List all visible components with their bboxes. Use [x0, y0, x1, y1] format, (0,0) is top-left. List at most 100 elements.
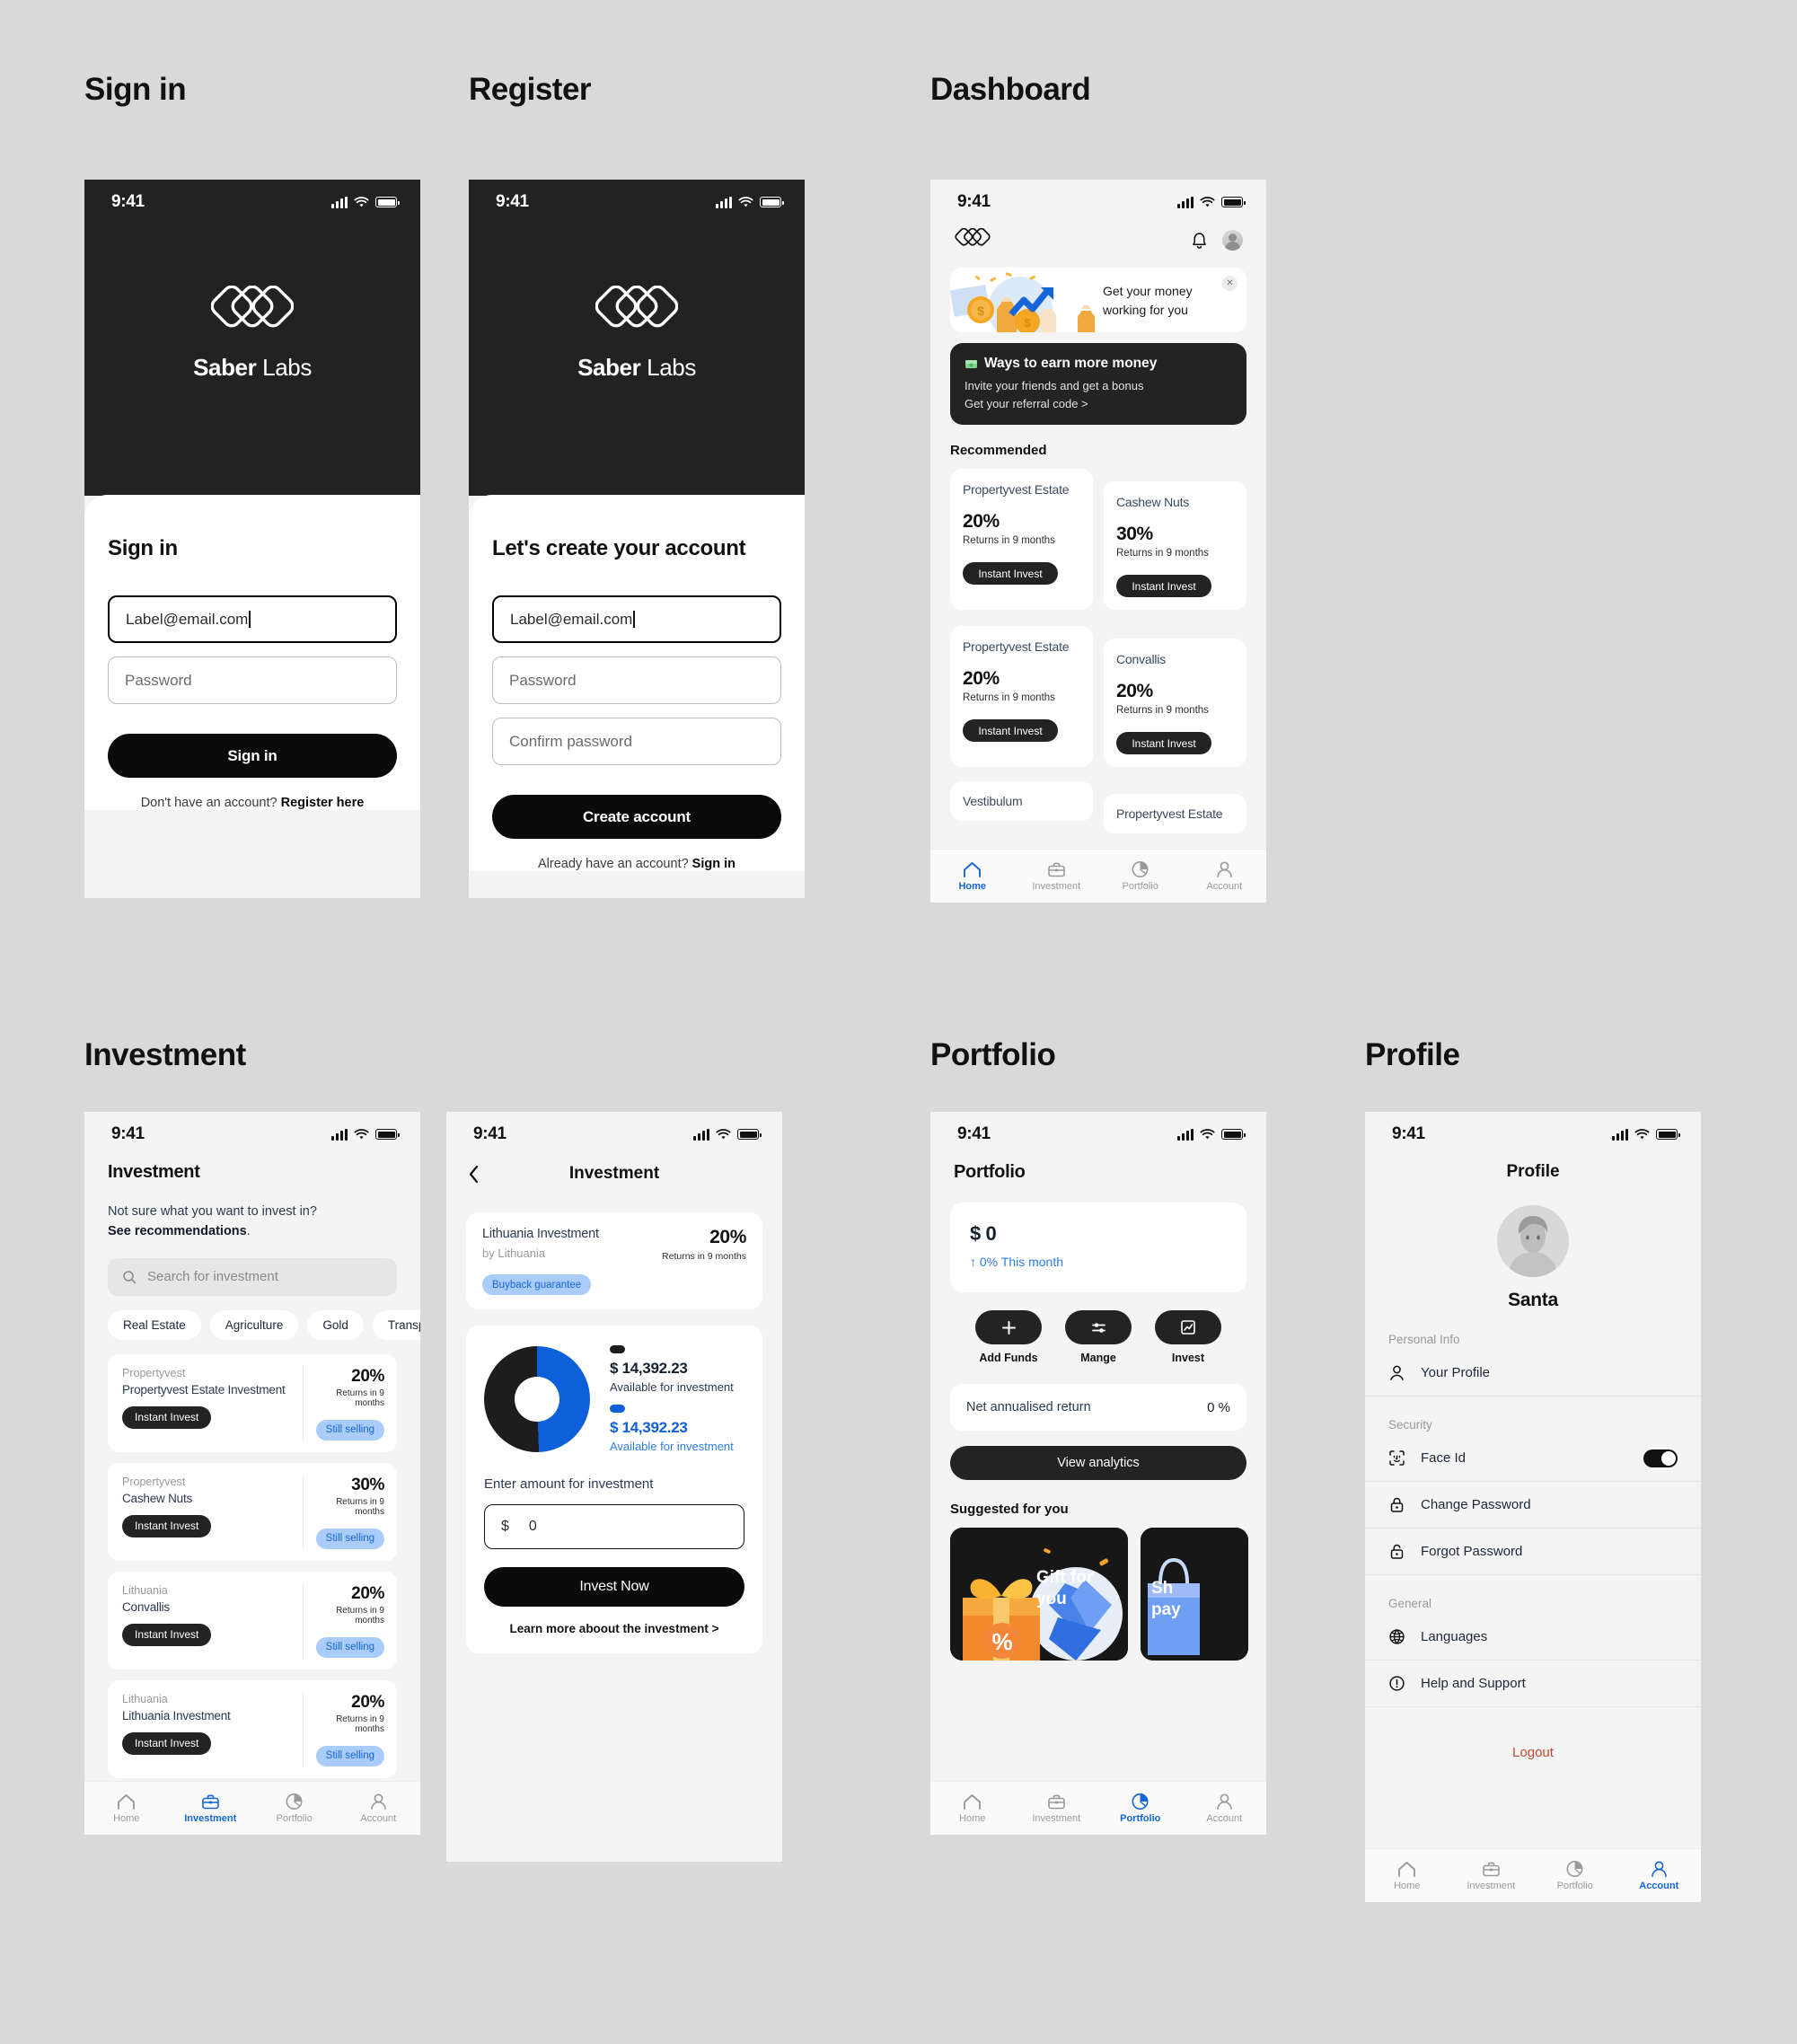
item-main: Lithuania Lithuania Investment Instant I…: [108, 1692, 304, 1766]
earn-title-row: Ways to earn more money: [965, 356, 1232, 372]
tab-portfolio[interactable]: Portfolio: [252, 1793, 337, 1824]
logout-button[interactable]: Logout: [1365, 1745, 1701, 1760]
suggested-card-gift[interactable]: % Gift for you: [950, 1528, 1128, 1661]
view-analytics-button[interactable]: View analytics: [950, 1446, 1246, 1480]
tab-label: Account: [1206, 881, 1243, 892]
face-id-toggle[interactable]: [1643, 1449, 1678, 1467]
avatar[interactable]: [1497, 1205, 1569, 1277]
profile-item-forgot-password[interactable]: Forgot Password: [1365, 1529, 1701, 1575]
tab-portfolio[interactable]: Portfolio: [1533, 1860, 1617, 1891]
signin-submit-button[interactable]: Sign in: [108, 734, 397, 778]
recommended-heading: Recommended: [950, 443, 1047, 458]
instant-invest-button[interactable]: Instant Invest: [1116, 732, 1211, 754]
summary-right: 20% Returns in 9 months: [662, 1227, 746, 1295]
profile-name: Santa: [1508, 1290, 1558, 1310]
wifi-icon: [738, 196, 753, 207]
tab-investment[interactable]: Investment: [169, 1793, 253, 1824]
signin-password-input[interactable]: Password: [108, 656, 397, 704]
legend-label-2: Available for investment: [610, 1440, 734, 1453]
close-icon[interactable]: ✕: [1222, 276, 1238, 291]
recommendation-card[interactable]: Propertyvest Estate 20% Returns in 9 mon…: [950, 626, 1093, 767]
profile-item-help-support[interactable]: Help and Support: [1365, 1661, 1701, 1707]
add-funds-button[interactable]: [975, 1310, 1042, 1344]
register-here-link[interactable]: Register here: [281, 796, 365, 810]
instant-invest-button[interactable]: Instant Invest: [122, 1731, 212, 1755]
action-invest[interactable]: Invest: [1155, 1310, 1221, 1364]
detail-investment-name: Lithuania Investment: [482, 1227, 599, 1241]
register-confirm-placeholder: Confirm password: [509, 732, 632, 750]
manage-button[interactable]: [1065, 1310, 1132, 1344]
tab-home[interactable]: Home: [1365, 1861, 1449, 1891]
instant-invest-button[interactable]: Instant Invest: [1116, 575, 1211, 597]
phone-portfolio: 9:41 Portfolio $ 0 ↑ 0% This month Add F…: [930, 1112, 1266, 1835]
category-chip[interactable]: Gold: [307, 1309, 364, 1340]
tab-investment[interactable]: Investment: [1449, 1861, 1534, 1891]
tab-account[interactable]: Account: [1183, 1793, 1267, 1824]
register-password-input[interactable]: Password: [492, 656, 781, 704]
tab-investment[interactable]: Investment: [1015, 861, 1099, 892]
recommendation-card[interactable]: Propertyvest Estate 20% Returns in 9 mon…: [950, 469, 1093, 610]
action-manage[interactable]: Mange: [1065, 1310, 1132, 1364]
tab-home[interactable]: Home: [930, 861, 1015, 892]
recommendation-card[interactable]: Convallis 20% Returns in 9 months Instan…: [1104, 639, 1246, 767]
tab-account[interactable]: Account: [1617, 1860, 1702, 1891]
brand-lockup: Saber Labs: [84, 286, 420, 382]
recommendation-card[interactable]: Propertyvest Estate: [1104, 794, 1246, 833]
referral-code-link[interactable]: Get your referral code >: [965, 397, 1232, 410]
status-icons: [716, 196, 784, 208]
instant-invest-button[interactable]: Instant Invest: [963, 719, 1058, 742]
create-account-button[interactable]: Create account: [492, 795, 781, 839]
investment-list-item[interactable]: Propertyvest Propertyvest Estate Investm…: [108, 1353, 397, 1452]
avatar[interactable]: [1222, 229, 1243, 251]
profile-item-change-password[interactable]: Change Password: [1365, 1482, 1701, 1529]
balance-amount: $ 0: [970, 1222, 997, 1245]
profile-item-your-profile[interactable]: Your Profile: [1365, 1350, 1701, 1396]
learn-more-link[interactable]: Learn more aboout the investment >: [484, 1622, 744, 1635]
item-return-pct: 30%: [351, 1475, 384, 1494]
tab-investment[interactable]: Investment: [1015, 1793, 1099, 1824]
invest-button[interactable]: [1155, 1310, 1221, 1344]
register-email-input[interactable]: Label@email.com: [492, 595, 781, 643]
tab-home[interactable]: Home: [84, 1793, 169, 1824]
investment-list-item[interactable]: Propertyvest Cashew Nuts Instant Invest …: [108, 1462, 397, 1561]
tab-portfolio[interactable]: Portfolio: [1098, 860, 1183, 892]
category-chip[interactable]: Transport: [372, 1309, 420, 1340]
profile-item-face-id[interactable]: Face Id: [1365, 1435, 1701, 1482]
signin-email-input[interactable]: Label@email.com: [108, 595, 397, 643]
investment-list-item[interactable]: Lithuania Convallis Instant Invest 20% R…: [108, 1571, 397, 1670]
instant-invest-button[interactable]: Instant Invest: [122, 1623, 212, 1646]
bell-icon[interactable]: [1191, 231, 1208, 250]
tab-account[interactable]: Account: [337, 1793, 421, 1824]
instant-invest-button[interactable]: Instant Invest: [122, 1405, 212, 1429]
suggested-card-shopping[interactable]: Sh pay: [1141, 1528, 1248, 1661]
recommendation-card[interactable]: Cashew Nuts 30% Returns in 9 months Inst…: [1104, 481, 1246, 610]
instant-invest-button[interactable]: Instant Invest: [963, 562, 1058, 585]
action-add-funds[interactable]: Add Funds: [975, 1310, 1042, 1364]
profile-item-languages[interactable]: Languages: [1365, 1614, 1701, 1661]
status-icons: [693, 1128, 762, 1141]
person-icon: [1651, 1861, 1667, 1877]
section-title-dashboard: Dashboard: [930, 72, 1091, 107]
register-confirm-input[interactable]: Confirm password: [492, 718, 781, 765]
phone-profile: 9:41 Profile Santa Personal Info Your Pr…: [1365, 1112, 1701, 1902]
search-input[interactable]: Search for investment: [108, 1257, 397, 1296]
tab-portfolio[interactable]: Portfolio: [1098, 1793, 1183, 1824]
saber-labs-logo-icon: [595, 286, 678, 328]
recommendation-card[interactable]: Vestibulum: [950, 781, 1093, 821]
group-label-general: General: [1388, 1597, 1432, 1610]
promo-banner[interactable]: $ $ Get your money working for you ✕: [950, 268, 1246, 332]
signin-link[interactable]: Sign in: [692, 857, 736, 871]
recommendation-name: Cashew Nuts: [1116, 495, 1190, 509]
see-recommendations-link[interactable]: See recommendations: [108, 1224, 247, 1238]
signin-email-value: Label@email.com: [126, 610, 249, 628]
category-chip[interactable]: Agriculture: [209, 1309, 299, 1340]
invest-now-button[interactable]: Invest Now: [484, 1567, 744, 1607]
tab-account[interactable]: Account: [1183, 860, 1267, 892]
earn-more-card[interactable]: Ways to earn more money Invite your frie…: [950, 343, 1246, 425]
category-chip[interactable]: Real Estate: [108, 1309, 201, 1340]
tab-home[interactable]: Home: [930, 1793, 1015, 1824]
instant-invest-button[interactable]: Instant Invest: [122, 1514, 212, 1537]
amount-input[interactable]: $ 0: [484, 1504, 744, 1549]
buyback-guarantee-badge: Buyback guarantee: [482, 1274, 592, 1295]
investment-list-item[interactable]: Lithuania Lithuania Investment Instant I…: [108, 1679, 397, 1778]
